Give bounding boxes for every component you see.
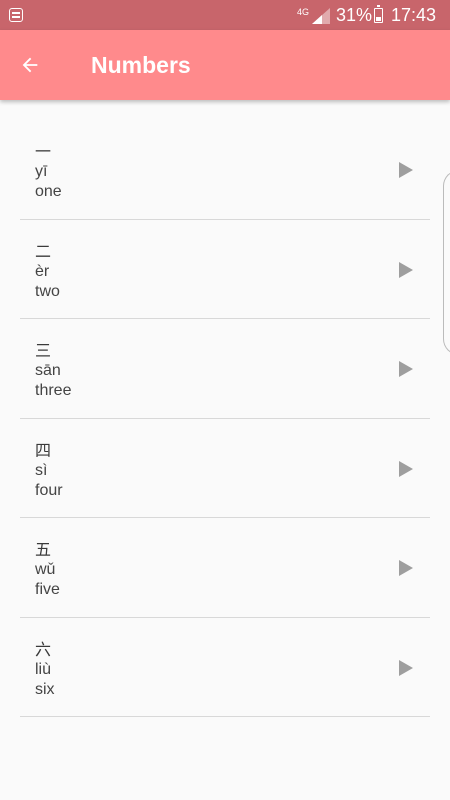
pinyin-text: wǔ [35,561,56,578]
play-icon [399,361,413,377]
notification-icon [9,8,23,22]
list-item[interactable]: 三 sān three [20,319,430,419]
play-button[interactable] [394,158,418,182]
hanzi-text: 六 [35,639,52,659]
play-icon [399,162,413,178]
english-text: four [35,481,63,499]
numbers-list: 一 yī one 二 èr two 三 sān three 四 sì four … [20,120,430,717]
play-button[interactable] [394,457,418,481]
list-item[interactable]: 一 yī one [20,120,430,220]
battery-icon [374,5,383,23]
pinyin-text: sān [35,362,61,379]
page-title: Numbers [91,52,191,78]
hanzi-text: 五 [35,540,52,559]
list-item[interactable]: 六 liù six [20,618,430,717]
english-text: one [35,183,62,200]
play-icon [399,560,413,576]
hanzi-text: 一 [35,142,52,161]
hanzi-text: 三 [35,341,52,360]
list-item[interactable]: 四 sì four [20,419,430,518]
edge-panel-handle[interactable] [443,170,450,355]
clock: 17:43 [391,5,437,25]
english-text: six [35,680,55,698]
play-icon [399,460,413,477]
play-button[interactable] [394,357,418,381]
play-button[interactable] [394,258,418,282]
arrow-left-icon [22,57,38,73]
list-item[interactable]: 五 wǔ five [20,518,430,618]
app-bar: Numbers [0,30,450,100]
pinyin-text: sì [35,461,48,479]
pinyin-text: yī [35,163,48,180]
pinyin-text: èr [35,262,50,280]
play-button[interactable] [394,656,418,680]
play-icon [399,261,413,278]
hanzi-text: 二 [35,241,52,261]
english-text: three [35,382,72,399]
english-text: two [35,282,60,300]
status-bar: 4G 31% 17:43 [0,0,450,30]
back-button[interactable] [10,45,50,85]
list-item[interactable]: 二 èr two [20,220,430,319]
play-icon [399,659,413,676]
battery-percentage: 31% [336,5,373,25]
network-type: 4G [297,7,310,17]
english-text: five [35,581,60,598]
pinyin-text: liù [35,660,52,678]
signal-icon [312,8,330,24]
hanzi-text: 四 [35,440,52,460]
play-button[interactable] [394,556,418,580]
